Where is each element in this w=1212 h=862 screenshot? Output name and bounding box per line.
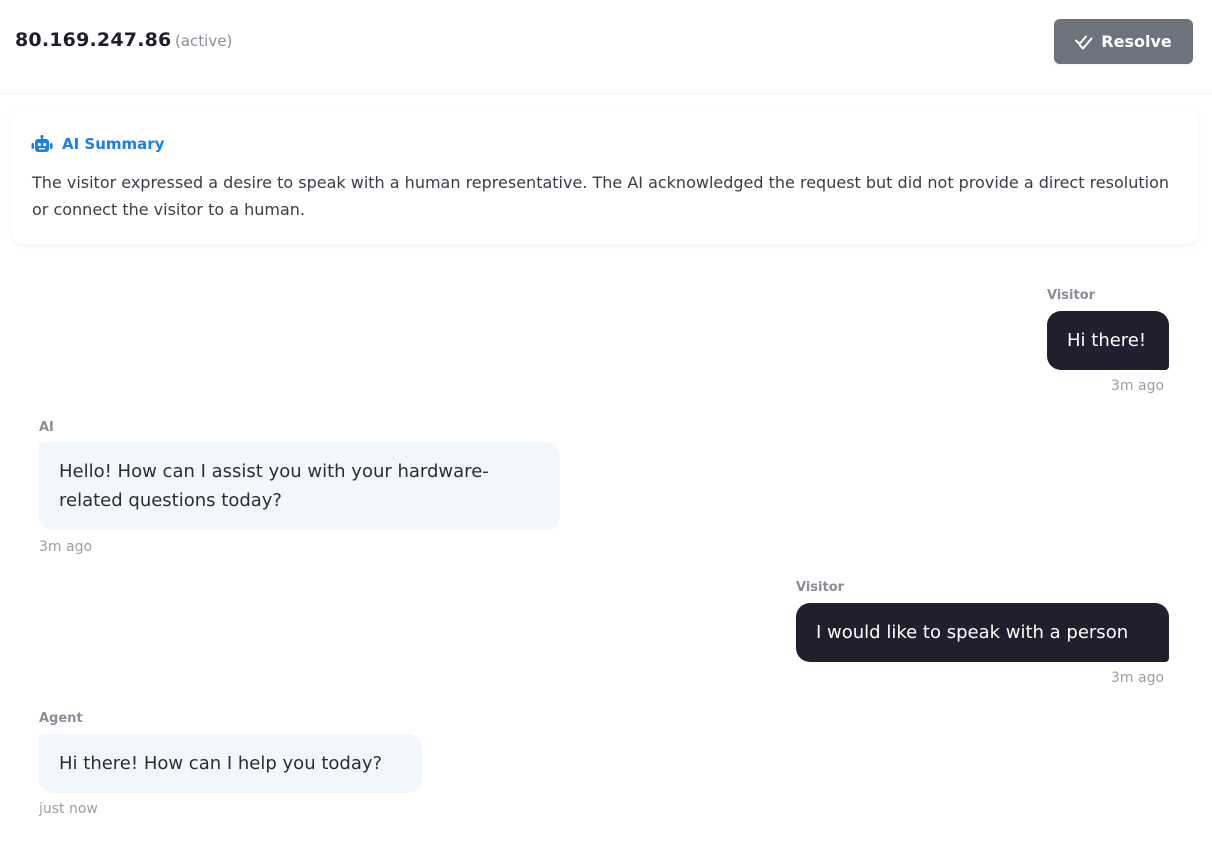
visitor-message-bubble: Hi there! xyxy=(1047,311,1169,370)
message-text: Hello! How can I assist you with your ha… xyxy=(59,461,489,511)
message-text: Hi there! xyxy=(1067,330,1147,351)
message-role: Agent xyxy=(39,711,83,726)
conversation-header: 80.169.247.86 (active) Resolve xyxy=(0,0,1212,94)
message-text: Hi there! How can I help you today? xyxy=(59,753,383,774)
ai-summary-text: The visitor expressed a desire to speak … xyxy=(32,173,1169,219)
status-label: (active) xyxy=(175,32,233,50)
resolve-button[interactable]: Resolve xyxy=(1054,19,1193,64)
ai-summary-title: AI Summary xyxy=(62,135,165,153)
robot-icon xyxy=(31,135,53,152)
ai-message-bubble: Hello! How can I assist you with your ha… xyxy=(39,442,560,530)
message-role: Visitor xyxy=(796,580,845,595)
message-timestamp: 3m ago xyxy=(1111,670,1165,686)
message-role: Visitor xyxy=(1047,288,1096,303)
agent-message-bubble: Hi there! How can I help you today? xyxy=(39,734,422,793)
ai-summary-header: AI Summary xyxy=(31,135,164,153)
message-text: I would like to speak with a person xyxy=(816,622,1129,643)
message-role: AI xyxy=(39,420,54,435)
message-timestamp: 3m ago xyxy=(1111,378,1165,394)
visitor-ip: 80.169.247.86 xyxy=(15,29,172,51)
message-timestamp: 3m ago xyxy=(39,539,93,555)
resolve-button-label: Resolve xyxy=(1101,32,1172,51)
message-timestamp: just now xyxy=(39,801,98,817)
ai-summary-card: AI Summary The visitor expressed a desir… xyxy=(11,108,1198,244)
visitor-message-bubble: I would like to speak with a person xyxy=(796,603,1169,662)
double-check-icon xyxy=(1075,35,1093,49)
